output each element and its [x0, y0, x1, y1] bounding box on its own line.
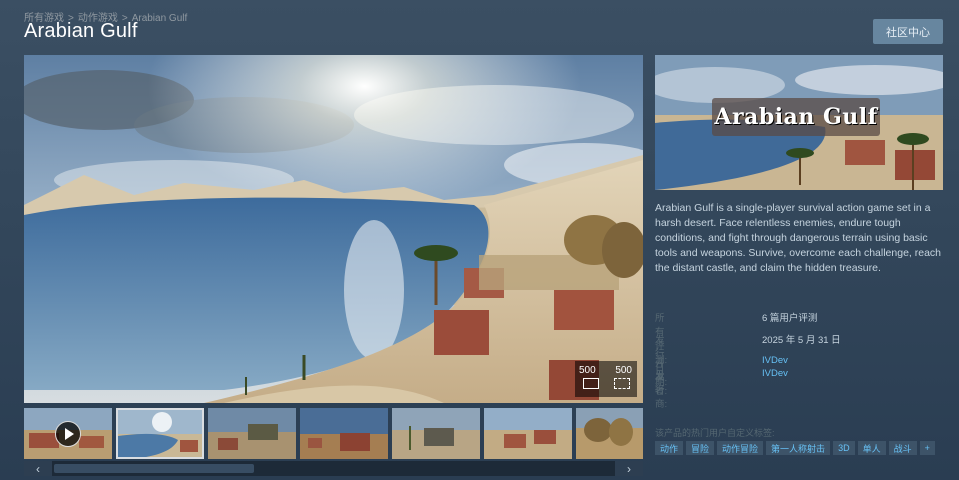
developer-link[interactable]: IVDev [762, 355, 788, 366]
desert-lake-scene [24, 55, 643, 403]
thumbnail-3[interactable] [300, 408, 388, 459]
tag-singleplayer[interactable]: 单人 [857, 441, 886, 455]
tag-more-button[interactable]: + [919, 441, 935, 455]
tag-fps[interactable]: 第一人称射击 [766, 441, 831, 455]
fullscreen-icon[interactable] [613, 378, 630, 389]
screenshot-controls: 500 500 [575, 361, 637, 397]
thumbnail-2[interactable] [208, 408, 296, 459]
reviews-value[interactable]: 6 篇用户评测 [762, 310, 817, 324]
tag-3d[interactable]: 3D [833, 441, 855, 455]
scroll-right-button[interactable]: › [615, 461, 643, 476]
tags-label: 该产品的热门用户自定义标签: [655, 428, 775, 438]
game-capsule-image: Arabian Gulf [655, 55, 943, 190]
thumbnail-5[interactable] [484, 408, 572, 459]
game-description: Arabian Gulf is a single-player survival… [655, 202, 942, 274]
play-icon [55, 421, 81, 447]
resolution-right: 500 [615, 365, 632, 376]
tag-adventure[interactable]: 冒险 [686, 441, 715, 455]
tags-list: 动作 冒险 动作冒险 第一人称射击 3D 单人 战斗 + [655, 441, 935, 455]
tag-action[interactable]: 动作 [655, 441, 684, 455]
release-value: 2025 年 5 月 31 日 [762, 335, 841, 346]
main-screenshot[interactable]: 500 500 [24, 55, 643, 403]
publisher-link[interactable]: IVDev [762, 368, 788, 379]
tag-combat[interactable]: 战斗 [888, 441, 917, 455]
scroll-thumb[interactable] [54, 464, 254, 473]
thumbnail-scrollbar[interactable]: ‹ › [24, 461, 643, 476]
thumbnail-1[interactable] [116, 408, 204, 459]
thumbnail-strip [24, 406, 643, 460]
breadcrumb-current[interactable]: Arabian Gulf [132, 13, 188, 24]
thumbnail-4[interactable] [392, 408, 480, 459]
thumbnail-video[interactable] [24, 408, 112, 459]
window-icon[interactable] [582, 378, 599, 389]
tag-action-adventure[interactable]: 动作冒险 [717, 441, 764, 455]
scroll-left-button[interactable]: ‹ [24, 461, 52, 476]
resolution-left: 500 [579, 365, 596, 376]
page-title: Arabian Gulf [24, 20, 138, 42]
community-hub-button[interactable]: 社区中心 [873, 19, 943, 44]
publisher-label: 发行商: [655, 371, 668, 410]
game-logo: Arabian Gulf [712, 98, 880, 136]
thumbnail-6[interactable] [576, 408, 643, 459]
